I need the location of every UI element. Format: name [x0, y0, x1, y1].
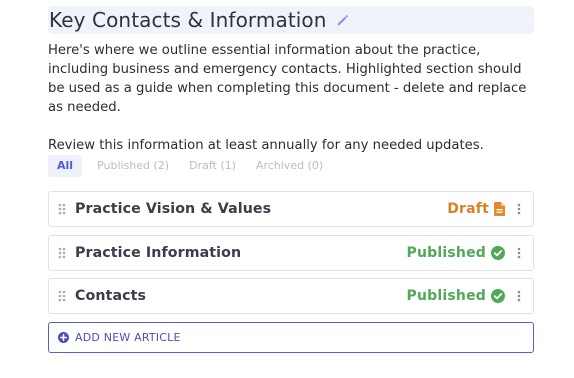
drag-handle-icon[interactable]	[49, 290, 75, 302]
tab-draft[interactable]: Draft (1)	[183, 155, 242, 177]
page-title: Key Contacts & Information	[49, 8, 327, 32]
check-circle-icon	[491, 246, 505, 260]
add-article-button[interactable]: ADD NEW ARTICLE	[48, 322, 534, 353]
description: Here's where we outline essential inform…	[48, 41, 528, 155]
article-row[interactable]: Practice Vision & Values Draft	[48, 191, 534, 227]
description-paragraph: Here's where we outline essential inform…	[48, 43, 527, 115]
status-label: Draft	[447, 201, 489, 217]
plus-circle-icon	[58, 332, 69, 343]
article-title[interactable]: Practice Information	[75, 245, 407, 261]
check-circle-icon	[491, 289, 505, 303]
tab-archived[interactable]: Archived (0)	[250, 155, 329, 177]
article-row[interactable]: Contacts Published	[48, 278, 534, 314]
filter-tabs: All Published (2) Draft (1) Archived (0)	[48, 155, 337, 177]
article-row[interactable]: Practice Information Published	[48, 235, 534, 271]
article-title[interactable]: Practice Vision & Values	[75, 201, 447, 217]
more-options-icon[interactable]	[513, 290, 525, 302]
status-label: Published	[406, 288, 486, 304]
description-paragraph: Review this information at least annuall…	[48, 138, 484, 153]
status-label: Published	[406, 245, 486, 261]
tab-all[interactable]: All	[48, 155, 83, 177]
article-title[interactable]: Contacts	[75, 288, 407, 304]
pencil-icon[interactable]	[336, 14, 349, 27]
tab-published[interactable]: Published (2)	[91, 155, 175, 177]
page-header: Key Contacts & Information	[48, 6, 534, 34]
document-icon	[494, 202, 505, 216]
drag-handle-icon[interactable]	[49, 247, 75, 259]
drag-handle-icon[interactable]	[49, 203, 75, 215]
more-options-icon[interactable]	[513, 247, 525, 259]
more-options-icon[interactable]	[513, 203, 525, 215]
add-article-label: ADD NEW ARTICLE	[75, 331, 181, 344]
